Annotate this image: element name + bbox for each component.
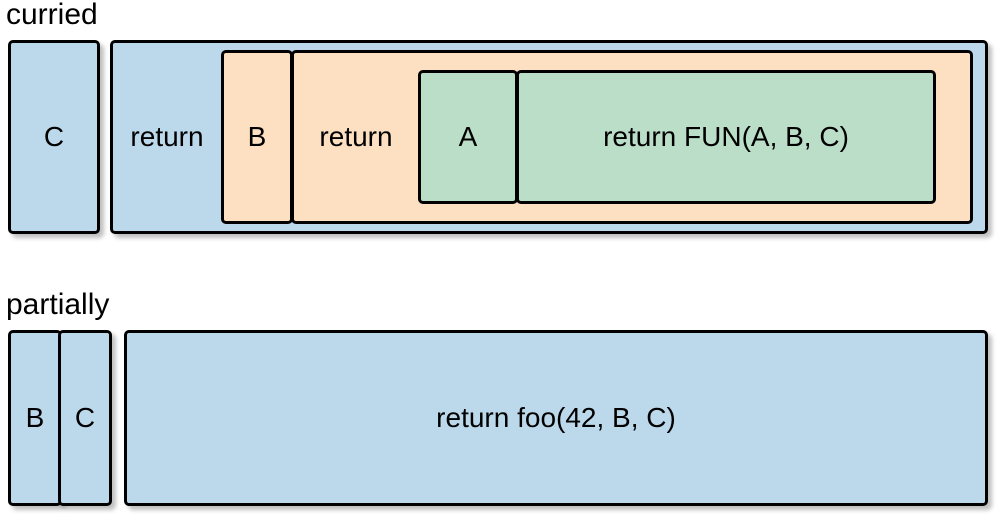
curried-outer-param: C bbox=[8, 40, 100, 234]
curried-outer-param-text: C bbox=[44, 121, 64, 153]
partially-param-0: B bbox=[8, 330, 62, 506]
curried-outer-body: return B return A return FUN(A, B, C) bbox=[110, 40, 988, 234]
curried-outer-return: return bbox=[113, 43, 221, 231]
partially-body: return foo(42, B, C) bbox=[124, 330, 988, 506]
curried-inner-param: A bbox=[418, 70, 518, 204]
curried-mid-return: return bbox=[294, 53, 418, 221]
partially-param-1: C bbox=[58, 330, 112, 506]
curried-inner-body: return FUN(A, B, C) bbox=[516, 70, 936, 204]
curried-mid-body: return A return FUN(A, B, C) bbox=[291, 50, 973, 224]
curried-mid-param: B bbox=[221, 50, 293, 224]
curried-label: curried bbox=[6, 0, 98, 32]
partially-label: partially bbox=[6, 288, 109, 322]
